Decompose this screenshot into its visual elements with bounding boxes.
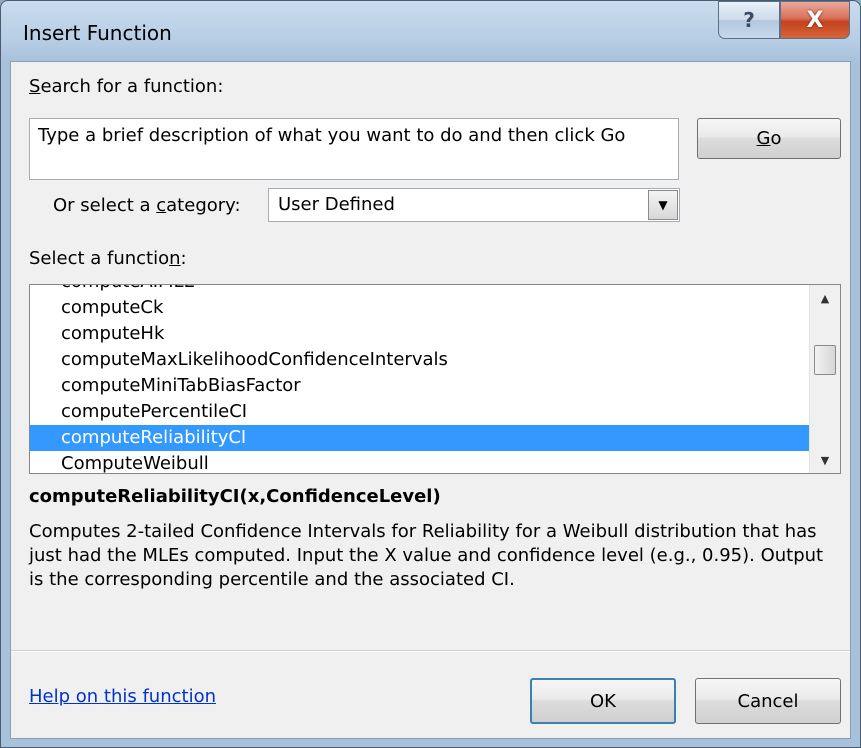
function-list-item[interactable]: computeCk <box>30 295 810 321</box>
category-select[interactable]: User Defined ▼ <box>268 188 680 222</box>
function-listbox[interactable]: computeAIMLEcomputeCkcomputeHkcomputeMax… <box>29 284 841 474</box>
title-bar[interactable]: Insert Function ? X <box>1 1 860 61</box>
insert-function-dialog: Insert Function ? X Search for a functio… <box>0 0 861 748</box>
function-list-item[interactable]: computeReliabilityCI <box>30 425 810 451</box>
scroll-thumb[interactable] <box>814 345 836 375</box>
dialog-title: Insert Function <box>23 21 172 45</box>
cancel-button[interactable]: Cancel <box>695 678 841 724</box>
function-list-item[interactable]: computeAIMLE <box>30 285 810 295</box>
close-icon: X <box>806 7 824 33</box>
function-list-item[interactable]: computePercentileCI <box>30 399 810 425</box>
dialog-body: Search for a function: Type a brief desc… <box>10 61 851 739</box>
function-list-items: computeAIMLEcomputeCkcomputeHkcomputeMax… <box>30 285 810 473</box>
ok-button[interactable]: OK <box>530 678 676 724</box>
function-list-label: Select a function: <box>29 248 187 269</box>
question-mark-icon: ? <box>743 8 755 32</box>
search-input[interactable]: Type a brief description of what you wan… <box>29 118 679 180</box>
separator <box>11 650 850 652</box>
category-label: Or select a category: <box>53 195 241 216</box>
function-list-item[interactable]: computeMaxLikelihoodConfidenceIntervals <box>30 347 810 373</box>
category-selected-value: User Defined <box>278 194 395 215</box>
dropdown-arrow-icon[interactable]: ▼ <box>648 190 678 220</box>
function-list-item[interactable]: ComputeWeibull <box>30 451 810 473</box>
help-on-function-link[interactable]: Help on this function <box>29 686 216 707</box>
function-list-item[interactable]: computeHk <box>30 321 810 347</box>
list-scrollbar[interactable]: ▲ ▼ <box>809 285 840 473</box>
scroll-up-icon[interactable]: ▲ <box>810 285 840 311</box>
scroll-down-icon[interactable]: ▼ <box>810 447 840 473</box>
search-label: Search for a function: <box>29 76 224 97</box>
go-button[interactable]: Go <box>697 118 841 159</box>
function-description: Computes 2-tailed Confidence Intervals f… <box>29 521 824 590</box>
help-button[interactable]: ? <box>718 1 780 39</box>
function-signature: computeReliabilityCI(x,ConfidenceLevel) <box>29 486 441 507</box>
function-list-item[interactable]: computeMiniTabBiasFactor <box>30 373 810 399</box>
close-button[interactable]: X <box>780 1 850 39</box>
